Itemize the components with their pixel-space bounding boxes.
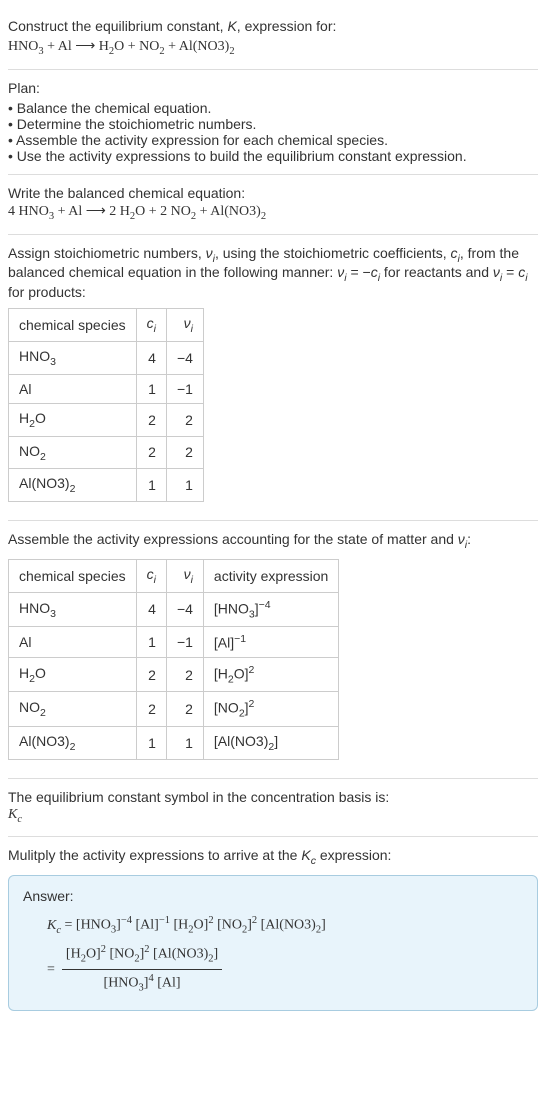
cell-species: Al (9, 627, 137, 658)
balanced-section: Write the balanced chemical equation: 4 … (8, 175, 538, 235)
multiply-section: Mulitply the activity expressions to arr… (8, 837, 538, 1021)
symbol-heading: The equilibrium constant symbol in the c… (8, 789, 538, 805)
cell-c: 4 (136, 341, 166, 374)
activity-heading: Assemble the activity expressions accoun… (8, 531, 538, 551)
col-ci: ci (136, 559, 166, 592)
table-header-row: chemical species ci νi activity expressi… (9, 559, 339, 592)
col-vi: νi (166, 559, 203, 592)
kc-numerator: [H2O]2 [NO2]2 [Al(NO3)2] (62, 941, 222, 970)
cell-species: H2O (9, 657, 137, 691)
table-row: NO2 2 2 (9, 436, 204, 469)
col-activity: activity expression (203, 559, 338, 592)
plan-item: Determine the stoichiometric numbers. (8, 116, 538, 132)
cell-v: 2 (166, 403, 203, 436)
cell-c: 1 (136, 627, 166, 658)
cell-v: −1 (166, 627, 203, 658)
cell-v: −4 (166, 341, 203, 374)
cell-species: HNO3 (9, 592, 137, 626)
cell-c: 1 (136, 469, 166, 502)
cell-species: Al (9, 374, 137, 403)
kc-symbol: Kc (8, 807, 538, 825)
table-row: HNO3 4 −4 (9, 341, 204, 374)
table-row: H2O 2 2 [H2O]2 (9, 657, 339, 691)
plan-item: Balance the chemical equation. (8, 100, 538, 116)
unbalanced-equation: HNO3 + Al ⟶ H2O + NO2 + Al(NO3)2 (8, 38, 538, 57)
activity-table: chemical species ci νi activity expressi… (8, 559, 339, 760)
answer-label: Answer: (23, 888, 523, 904)
table-row: H2O 2 2 (9, 403, 204, 436)
table-header-row: chemical species ci νi (9, 309, 204, 342)
balanced-heading: Write the balanced chemical equation: (8, 185, 538, 201)
title-section: Construct the equilibrium constant, K, e… (8, 8, 538, 70)
title-text: Construct the equilibrium constant, K, e… (8, 18, 336, 34)
cell-species: HNO3 (9, 341, 137, 374)
cell-species: NO2 (9, 692, 137, 726)
cell-species: Al(NO3)2 (9, 469, 137, 502)
cell-c: 2 (136, 692, 166, 726)
cell-v: 1 (166, 726, 203, 759)
cell-v: 1 (166, 469, 203, 502)
plan-section: Plan: Balance the chemical equation. Det… (8, 70, 538, 175)
cell-species: NO2 (9, 436, 137, 469)
table-row: HNO3 4 −4 [HNO3]−4 (9, 592, 339, 626)
balanced-equation: 4 HNO3 + Al ⟶ 2 H2O + 2 NO2 + Al(NO3)2 (8, 203, 538, 222)
construct-heading: Construct the equilibrium constant, K, e… (8, 18, 538, 34)
multiply-heading: Mulitply the activity expressions to arr… (8, 847, 538, 867)
kc-denominator: [HNO3]4 [Al] (62, 970, 222, 998)
col-ci: ci (136, 309, 166, 342)
kc-expression: Kc = [HNO3]−4 [Al]−1 [H2O]2 [NO2]2 [Al(N… (47, 912, 523, 998)
cell-v: −1 (166, 374, 203, 403)
cell-c: 2 (136, 436, 166, 469)
plan-item: Assemble the activity expression for eac… (8, 132, 538, 148)
cell-v: 2 (166, 692, 203, 726)
table-row: Al(NO3)2 1 1 (9, 469, 204, 502)
plan-item: Use the activity expressions to build th… (8, 148, 538, 164)
cell-v: 2 (166, 657, 203, 691)
cell-species: Al(NO3)2 (9, 726, 137, 759)
answer-box: Answer: Kc = [HNO3]−4 [Al]−1 [H2O]2 [NO2… (8, 875, 538, 1011)
stoich-section: Assign stoichiometric numbers, νi, using… (8, 235, 538, 522)
cell-expr: [HNO3]−4 (203, 592, 338, 626)
symbol-section: The equilibrium constant symbol in the c… (8, 779, 538, 838)
plan-list: Balance the chemical equation. Determine… (8, 100, 538, 164)
col-species: chemical species (9, 309, 137, 342)
table-row: NO2 2 2 [NO2]2 (9, 692, 339, 726)
table-row: Al 1 −1 (9, 374, 204, 403)
cell-expr: [Al(NO3)2] (203, 726, 338, 759)
activity-section: Assemble the activity expressions accoun… (8, 521, 538, 778)
kc-fraction: [H2O]2 [NO2]2 [Al(NO3)2] [HNO3]4 [Al] (62, 941, 222, 999)
table-row: Al 1 −1 [Al]−1 (9, 627, 339, 658)
plan-heading: Plan: (8, 80, 538, 96)
cell-expr: [NO2]2 (203, 692, 338, 726)
stoich-table: chemical species ci νi HNO3 4 −4 Al 1 −1… (8, 308, 204, 502)
table-row: Al(NO3)2 1 1 [Al(NO3)2] (9, 726, 339, 759)
cell-v: 2 (166, 436, 203, 469)
col-vi: νi (166, 309, 203, 342)
cell-c: 1 (136, 374, 166, 403)
cell-c: 2 (136, 657, 166, 691)
cell-c: 2 (136, 403, 166, 436)
cell-c: 1 (136, 726, 166, 759)
col-species: chemical species (9, 559, 137, 592)
cell-species: H2O (9, 403, 137, 436)
cell-expr: [Al]−1 (203, 627, 338, 658)
cell-expr: [H2O]2 (203, 657, 338, 691)
cell-c: 4 (136, 592, 166, 626)
cell-v: −4 (166, 592, 203, 626)
stoich-heading: Assign stoichiometric numbers, νi, using… (8, 245, 538, 301)
